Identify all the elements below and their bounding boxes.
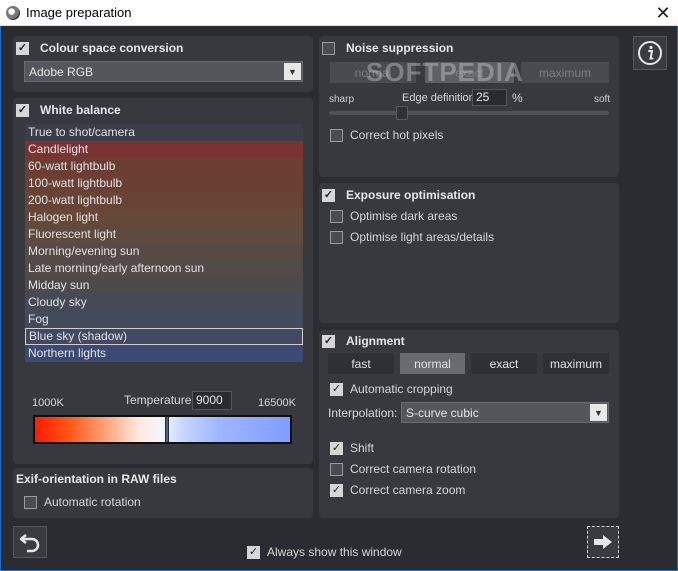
- noise-label: Noise suppression: [346, 41, 454, 55]
- align-fast-button[interactable]: fast: [328, 353, 394, 374]
- edge-definition-slider[interactable]: [329, 106, 609, 120]
- temperature-input[interactable]: 9000: [192, 391, 232, 410]
- align-exact-button[interactable]: exact: [471, 353, 537, 374]
- dark-areas-label: Optimise dark areas: [350, 209, 458, 223]
- app-icon: [6, 5, 20, 20]
- colour-space-label: Colour space conversion: [40, 41, 184, 55]
- exposure-panel: ✓ Exposure optimisation Optimise dark ar…: [319, 183, 619, 323]
- auto-crop-checkbox[interactable]: ✓: [330, 382, 343, 396]
- alignment-label: Alignment: [346, 334, 405, 348]
- light-areas-label: Optimise light areas/details: [350, 230, 495, 244]
- exif-panel: Exif-orientation in RAW files Automatic …: [13, 468, 313, 518]
- camera-zoom-label: Correct camera zoom: [350, 483, 466, 497]
- light-areas-checkbox[interactable]: [330, 230, 343, 244]
- undo-icon: [19, 534, 40, 553]
- alignment-checkbox[interactable]: ✓: [322, 334, 335, 348]
- temperature-slider-handle[interactable]: [165, 417, 169, 442]
- exposure-checkbox[interactable]: ✓: [322, 188, 335, 202]
- alignment-panel: ✓ Alignment fast normal exact maximum ✓ …: [319, 330, 619, 518]
- white-balance-item[interactable]: Candlelight: [25, 141, 303, 158]
- hot-pixels-label: Correct hot pixels: [350, 128, 444, 142]
- white-balance-item[interactable]: Morning/evening sun: [25, 243, 303, 260]
- white-balance-item[interactable]: Halogen light: [25, 209, 303, 226]
- white-balance-item[interactable]: 60-watt lightbulb: [25, 158, 303, 175]
- always-show-label: Always show this window: [267, 545, 402, 559]
- colour-space-value: Adobe RGB: [29, 64, 94, 79]
- white-balance-item[interactable]: Cloudy sky: [25, 294, 303, 311]
- white-balance-item[interactable]: Midday sun: [25, 277, 303, 294]
- undo-button[interactable]: [13, 526, 47, 558]
- info-icon: [638, 41, 662, 65]
- white-balance-item[interactable]: Fluorescent light: [25, 226, 303, 243]
- temp-max-label: 16500K: [258, 397, 296, 409]
- noise-maximum-button[interactable]: maximum: [521, 62, 609, 83]
- always-show-checkbox[interactable]: ✓: [247, 545, 260, 559]
- temp-min-label: 1000K: [32, 397, 64, 409]
- close-icon[interactable]: ✕: [648, 0, 678, 26]
- auto-rotation-label: Automatic rotation: [44, 495, 141, 509]
- edge-unit-label: %: [512, 91, 523, 105]
- temperature-label: Temperature: [124, 393, 192, 407]
- arrow-right-icon: [594, 535, 612, 549]
- white-balance-item[interactable]: True to shot/camera: [25, 124, 303, 141]
- noise-panel: Noise suppression normal exact maximum S…: [319, 36, 619, 177]
- colour-space-checkbox[interactable]: ✓: [16, 41, 29, 55]
- align-normal-button[interactable]: normal: [400, 353, 465, 374]
- camera-zoom-checkbox[interactable]: ✓: [330, 483, 343, 497]
- white-balance-item[interactable]: Fog: [25, 311, 303, 328]
- shift-checkbox[interactable]: ✓: [330, 441, 343, 455]
- chevron-down-icon[interactable]: ▼: [284, 63, 301, 80]
- shift-label: Shift: [350, 441, 375, 455]
- edge-definition-label: Edge definition: [402, 92, 475, 104]
- dark-areas-checkbox[interactable]: [330, 209, 343, 223]
- interpolation-select[interactable]: S-curve cubic ▼: [401, 402, 609, 423]
- colour-space-panel: ✓ Colour space conversion Adobe RGB ▼: [13, 36, 313, 92]
- auto-crop-label: Automatic cropping: [350, 382, 453, 396]
- edge-definition-input[interactable]: 25: [472, 89, 507, 106]
- window-title: Image preparation: [26, 5, 132, 20]
- dialog-body: ✓ Colour space conversion Adobe RGB ▼ ✓ …: [0, 26, 678, 571]
- white-balance-item[interactable]: Blue sky (shadow): [25, 328, 303, 345]
- sharp-label: sharp: [329, 94, 355, 105]
- title-bar: Image preparation ✕: [0, 0, 678, 26]
- camera-rotation-checkbox[interactable]: [330, 462, 343, 476]
- white-balance-item[interactable]: 200-watt lightbulb: [25, 192, 303, 209]
- colour-space-select[interactable]: Adobe RGB ▼: [24, 61, 303, 82]
- white-balance-checkbox[interactable]: ✓: [16, 103, 29, 117]
- next-button[interactable]: [587, 526, 619, 558]
- auto-rotation-checkbox[interactable]: [24, 495, 37, 509]
- temperature-slider[interactable]: [33, 415, 292, 444]
- camera-rotation-label: Correct camera rotation: [350, 462, 477, 476]
- white-balance-list[interactable]: True to shot/camera Candlelight 60-watt li…: [25, 124, 303, 362]
- interpolation-label: Interpolation:: [328, 406, 398, 420]
- white-balance-item[interactable]: Northern lights: [25, 345, 303, 362]
- soft-label: soft: [594, 94, 611, 105]
- white-balance-label: White balance: [40, 103, 121, 117]
- hot-pixels-checkbox[interactable]: [330, 128, 343, 142]
- interpolation-value: S-curve cubic: [406, 405, 479, 420]
- exposure-label: Exposure optimisation: [346, 188, 476, 202]
- align-maximum-button[interactable]: maximum: [543, 353, 609, 374]
- noise-checkbox[interactable]: [322, 41, 335, 55]
- edge-definition-slider-handle[interactable]: [396, 106, 408, 120]
- white-balance-item[interactable]: Late morning/early afternoon sun: [25, 260, 303, 277]
- white-balance-item[interactable]: 100-watt lightbulb: [25, 175, 303, 192]
- softpedia-watermark: SOFTPEDIA: [366, 57, 524, 87]
- exif-label: Exif-orientation in RAW files: [16, 472, 177, 486]
- chevron-down-icon[interactable]: ▼: [590, 404, 607, 421]
- info-button[interactable]: [633, 36, 667, 70]
